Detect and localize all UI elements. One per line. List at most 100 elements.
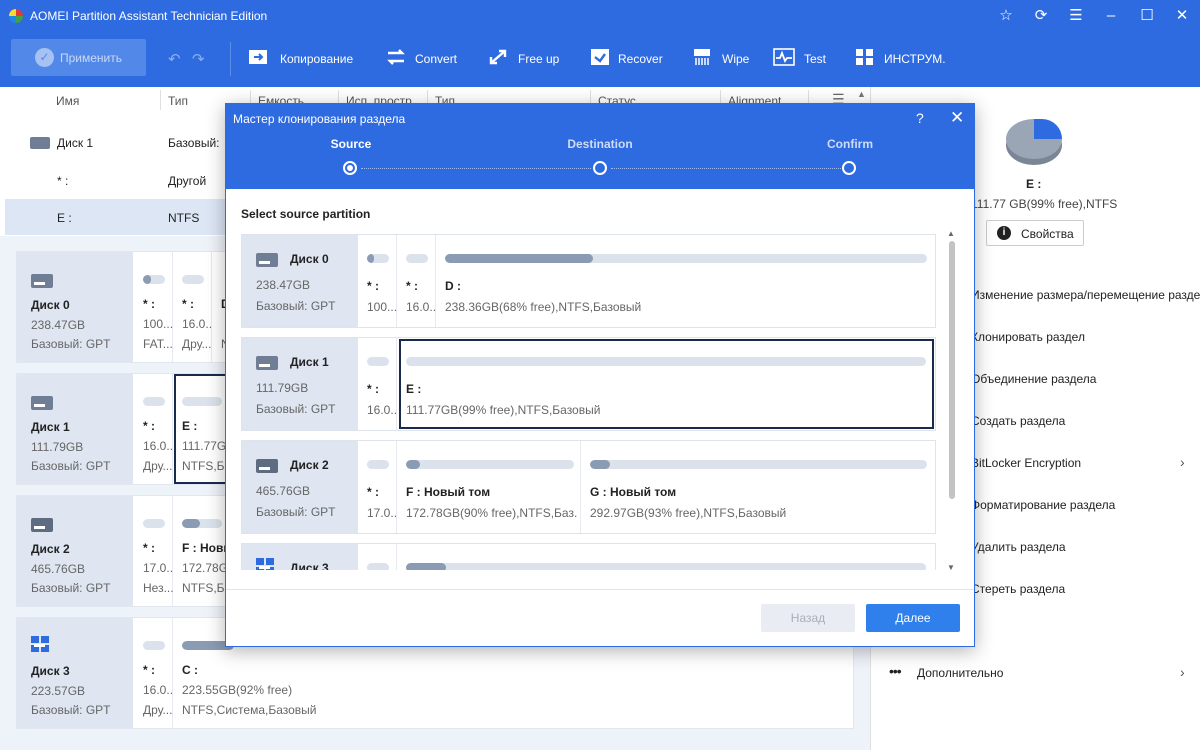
op-label: Клонировать раздел: [971, 330, 1085, 344]
partition[interactable]: [398, 544, 935, 570]
partition[interactable]: * : 100... FAT...: [135, 252, 173, 362]
op-delete-partition[interactable]: Удалить раздела: [971, 535, 1196, 559]
copy-button[interactable]: Копирование: [248, 46, 360, 72]
selected-drive-label: E :: [1026, 177, 1042, 191]
convert-button[interactable]: Convert: [385, 46, 465, 72]
windows-disk-icon: [31, 636, 49, 652]
partition-name: * :: [143, 663, 155, 677]
disk-name: Диск 3: [290, 561, 329, 570]
hdd-icon: [31, 518, 53, 532]
partition-info: 17.0...: [367, 506, 397, 520]
op-resize-move[interactable]: Изменение размера/перемещение разделов: [971, 283, 1200, 307]
disk-info: Диск 0 238.47GB Базовый: GPT: [242, 235, 358, 327]
maximize-button[interactable]: ☐: [1135, 5, 1159, 27]
partition-name: * :: [406, 279, 418, 293]
col-name[interactable]: Имя: [56, 94, 79, 108]
disk-name: Диск 1: [290, 355, 329, 369]
disk-size: 465.76GB: [256, 484, 311, 498]
table-row-selected[interactable]: E : NTFS: [5, 199, 225, 235]
disk-type: Базовый: GPT: [31, 459, 111, 473]
redo-icon[interactable]: ↷: [192, 50, 205, 68]
step-connector: [611, 168, 841, 169]
partition[interactable]: [359, 544, 397, 570]
disk-name: Диск 0: [31, 298, 70, 312]
ssd-icon: [31, 274, 53, 288]
disk-name: Диск 1: [31, 420, 70, 434]
partition[interactable]: G : Новый том 292.97GB(93% free),NTFS,Ба…: [582, 441, 935, 533]
partition[interactable]: * : 16.0...: [398, 235, 436, 327]
row-type: NTFS: [168, 211, 200, 225]
partition-type: NTFS,Ба: [182, 459, 230, 473]
footer-divider: [226, 589, 974, 590]
recover-button[interactable]: Recover: [590, 46, 670, 72]
partition-type: NTFS,Ба: [182, 581, 230, 595]
partition[interactable]: D : 238.36GB(68% free),NTFS,Базовый: [437, 235, 935, 327]
step-destination: Destination: [567, 137, 633, 151]
scroll-down-icon[interactable]: ▼: [947, 563, 955, 572]
col-type[interactable]: Тип: [168, 94, 188, 108]
dialog-close-button[interactable]: ✕: [950, 108, 964, 128]
refresh-icon[interactable]: ⟳: [1029, 5, 1053, 27]
partition-info: 16.0...: [182, 317, 212, 331]
usage-bar: [590, 460, 927, 469]
scrollbar-thumb[interactable]: [949, 241, 955, 499]
partition-selected[interactable]: E : 111.77GB(99% free),NTFS,Базовый: [398, 338, 935, 430]
op-bitlocker[interactable]: BitLocker Encryption ›: [971, 451, 1196, 475]
partition[interactable]: F : Новы 172.78G NTFS,Ба: [174, 496, 230, 606]
apply-button[interactable]: ✓ Применить: [11, 39, 146, 76]
back-button[interactable]: Назад: [761, 604, 855, 632]
partition-name: * :: [367, 382, 379, 396]
op-format-partition[interactable]: Форматирование раздела: [971, 493, 1196, 517]
partition[interactable]: * : 100...: [359, 235, 397, 327]
partition-name: * :: [367, 485, 379, 499]
partition-type: Дру...: [143, 703, 173, 717]
partition[interactable]: * : 17.0...: [359, 441, 397, 533]
test-button[interactable]: Test: [773, 46, 833, 72]
free-up-label: Free up: [518, 52, 560, 66]
partition[interactable]: * : 16.0... Дру...: [135, 374, 173, 484]
partition-info: 238.36GB(68% free),NTFS,Базовый: [445, 300, 642, 314]
usage-bar: [406, 460, 574, 469]
row-name: * :: [57, 174, 69, 188]
row-name: E :: [57, 211, 72, 225]
free-up-icon: [489, 49, 507, 65]
star-icon[interactable]: ☆: [994, 5, 1018, 27]
partition[interactable]: * : 16.0... Дру...: [174, 252, 212, 362]
partition[interactable]: F : Новый том 172.78GB(90% free),NTFS,Ба…: [398, 441, 581, 533]
wipe-icon: [694, 49, 710, 65]
op-create-partition[interactable]: Создать раздела: [971, 409, 1196, 433]
wipe-button[interactable]: Wipe: [692, 46, 752, 72]
menu-icon[interactable]: ☰: [1064, 5, 1088, 27]
check-icon: ✓: [35, 48, 54, 67]
disk-name: Диск 3: [31, 664, 70, 678]
disk-size: 238.47GB: [256, 278, 311, 292]
wipe-label: Wipe: [722, 52, 750, 66]
partition[interactable]: * : 16.0... Дру...: [135, 618, 173, 728]
partition-name: * :: [143, 419, 155, 433]
disk-usage-pie-icon: [1006, 119, 1062, 159]
partition-selected[interactable]: E : 111.77G NTFS,Ба: [174, 374, 230, 484]
next-button[interactable]: Далее: [866, 604, 960, 632]
toolbar: ✓ Применить ↶ ↷ Копирование Convert Free…: [0, 32, 1200, 87]
op-clone-partition[interactable]: Клонировать раздел: [971, 325, 1196, 349]
undo-icon[interactable]: ↶: [168, 50, 181, 68]
minimize-button[interactable]: –: [1099, 5, 1123, 27]
partition-info: 111.77G: [182, 439, 227, 453]
op-wipe-partition[interactable]: Стереть раздела: [971, 577, 1196, 601]
tools-button[interactable]: ИНСТРУМ.: [855, 46, 950, 72]
partition[interactable]: * : 16.0...: [359, 338, 397, 430]
partition[interactable]: * : 17.0... Нез...: [135, 496, 173, 606]
properties-label: Свойства: [1021, 227, 1074, 241]
close-window-button[interactable]: ✕: [1170, 5, 1194, 27]
properties-button[interactable]: i Свойства: [986, 220, 1084, 246]
partition-info: 100...: [143, 317, 173, 331]
disk-type: Базовый: GPT: [31, 337, 111, 351]
help-button[interactable]: ?: [916, 110, 924, 126]
free-up-button[interactable]: Free up: [488, 46, 568, 72]
op-merge-partition[interactable]: Объединение раздела: [971, 367, 1196, 391]
list-scrollbar[interactable]: ▲ ▼: [946, 229, 958, 574]
op-advanced[interactable]: ••• Дополнительно ›: [889, 661, 1196, 685]
scroll-up-icon[interactable]: ▲: [947, 229, 955, 238]
disk-size: 111.79GB: [256, 381, 309, 395]
scroll-up-icon[interactable]: ▲: [857, 89, 866, 99]
